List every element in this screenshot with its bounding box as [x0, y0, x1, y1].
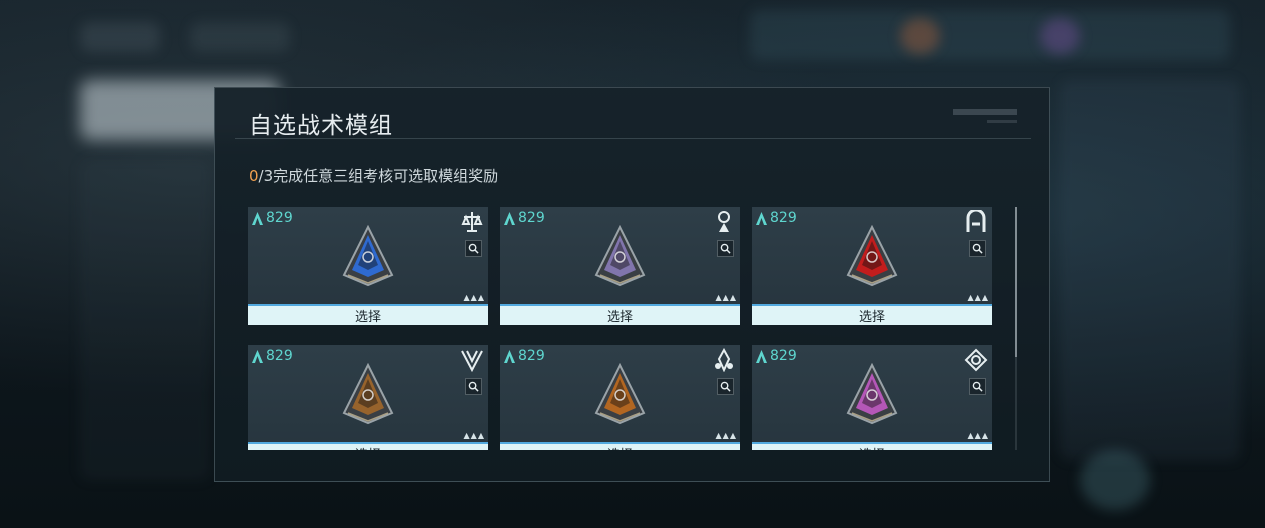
corner-decoration	[987, 120, 1017, 123]
balance-icon	[461, 212, 483, 232]
module-card[interactable]: 829 ▲▲▲ 选择	[248, 345, 488, 450]
power-icon	[252, 349, 263, 363]
magnifier-icon	[468, 243, 479, 254]
module-score: 829	[504, 210, 545, 226]
rarity-stars: ▲▲▲	[967, 293, 989, 302]
select-button[interactable]: 选择	[248, 304, 488, 325]
module-gem-icon	[342, 363, 394, 425]
module-score: 829	[756, 348, 797, 364]
module-score-value: 829	[518, 210, 545, 226]
progress-description: /3完成任意三组考核可选取模组奖励	[258, 167, 499, 185]
dialog-title: 自选战术模组	[249, 113, 393, 139]
magnifier-icon	[468, 381, 479, 392]
magnifier-icon	[972, 243, 983, 254]
module-gem-icon	[846, 225, 898, 287]
magnifier-icon	[720, 381, 731, 392]
module-card[interactable]: 829 ▲▲▲ 选择	[752, 345, 992, 450]
module-card[interactable]: 829 ▲▲▲ 选择	[752, 207, 992, 325]
background-orb	[1080, 450, 1150, 510]
module-grid: 829 ▲▲▲ 选择 829 ▲▲▲ 选择 829 ▲▲▲ 选择 829 ▲▲▲ 选择 829 ▲▲▲ 选择…	[248, 207, 996, 450]
module-score-value: 829	[518, 348, 545, 364]
rarity-stars: ▲▲▲	[463, 293, 485, 302]
background-topbar	[750, 10, 1230, 60]
power-icon	[756, 211, 767, 225]
zoom-button[interactable]	[717, 378, 734, 395]
background-tab	[190, 22, 290, 52]
corner-decoration	[953, 109, 1017, 115]
module-select-dialog: 自选战术模组 0/3完成任意三组考核可选取模组奖励 829 ▲▲▲ 选择 829 ▲▲▲…	[214, 87, 1050, 482]
module-card[interactable]: 829 ▲▲▲ 选择	[500, 207, 740, 325]
module-gem-icon	[594, 225, 646, 287]
module-score-value: 829	[770, 210, 797, 226]
module-gem-icon	[846, 363, 898, 425]
rarity-stars: ▲▲▲	[463, 431, 485, 440]
module-gem-icon	[594, 363, 646, 425]
zoom-button[interactable]	[969, 378, 986, 395]
power-icon	[252, 211, 263, 225]
background-orb	[900, 18, 940, 54]
module-card[interactable]: 829 ▲▲▲ 选择	[500, 345, 740, 450]
magnifier-icon	[972, 381, 983, 392]
zoom-button[interactable]	[465, 378, 482, 395]
module-score: 829	[252, 210, 293, 226]
game-screen: 自选战术模组 0/3完成任意三组考核可选取模组奖励 829 ▲▲▲ 选择 829 ▲▲▲…	[0, 0, 1265, 528]
module-score: 829	[756, 210, 797, 226]
zoom-button[interactable]	[465, 240, 482, 257]
power-icon	[756, 349, 767, 363]
tower-icon	[718, 211, 730, 232]
progress-current: 0	[249, 167, 259, 185]
module-score-value: 829	[770, 348, 797, 364]
module-card[interactable]: 829 ▲▲▲ 选择	[248, 207, 488, 325]
power-icon	[504, 211, 515, 225]
select-button[interactable]: 选择	[500, 442, 740, 450]
module-score-value: 829	[266, 210, 293, 226]
module-score: 829	[252, 348, 293, 364]
zoom-button[interactable]	[969, 240, 986, 257]
rarity-stars: ▲▲▲	[715, 431, 737, 440]
zoom-button[interactable]	[717, 240, 734, 257]
spiral-icon	[964, 348, 988, 372]
select-button[interactable]: 选择	[248, 442, 488, 450]
title-divider	[235, 138, 1031, 139]
flame-icon	[715, 348, 733, 372]
module-score-value: 829	[266, 348, 293, 364]
progress-text: 0/3完成任意三组考核可选取模组奖励	[249, 165, 498, 186]
module-gem-icon	[342, 225, 394, 287]
chevron-emblem-icon	[461, 350, 483, 372]
select-button[interactable]: 选择	[752, 304, 992, 325]
magnifier-icon	[720, 243, 731, 254]
background-orb	[1040, 18, 1080, 54]
rarity-stars: ▲▲▲	[715, 293, 737, 302]
shield-a-icon	[966, 210, 986, 232]
select-button[interactable]: 选择	[500, 304, 740, 325]
background-tab	[80, 22, 160, 52]
background-sidepanel	[80, 160, 210, 480]
module-score: 829	[504, 348, 545, 364]
power-icon	[504, 349, 515, 363]
scrollbar-thumb[interactable]	[1015, 207, 1017, 357]
rarity-stars: ▲▲▲	[967, 431, 989, 440]
background-sidepanel	[1060, 80, 1240, 460]
select-button[interactable]: 选择	[752, 442, 992, 450]
